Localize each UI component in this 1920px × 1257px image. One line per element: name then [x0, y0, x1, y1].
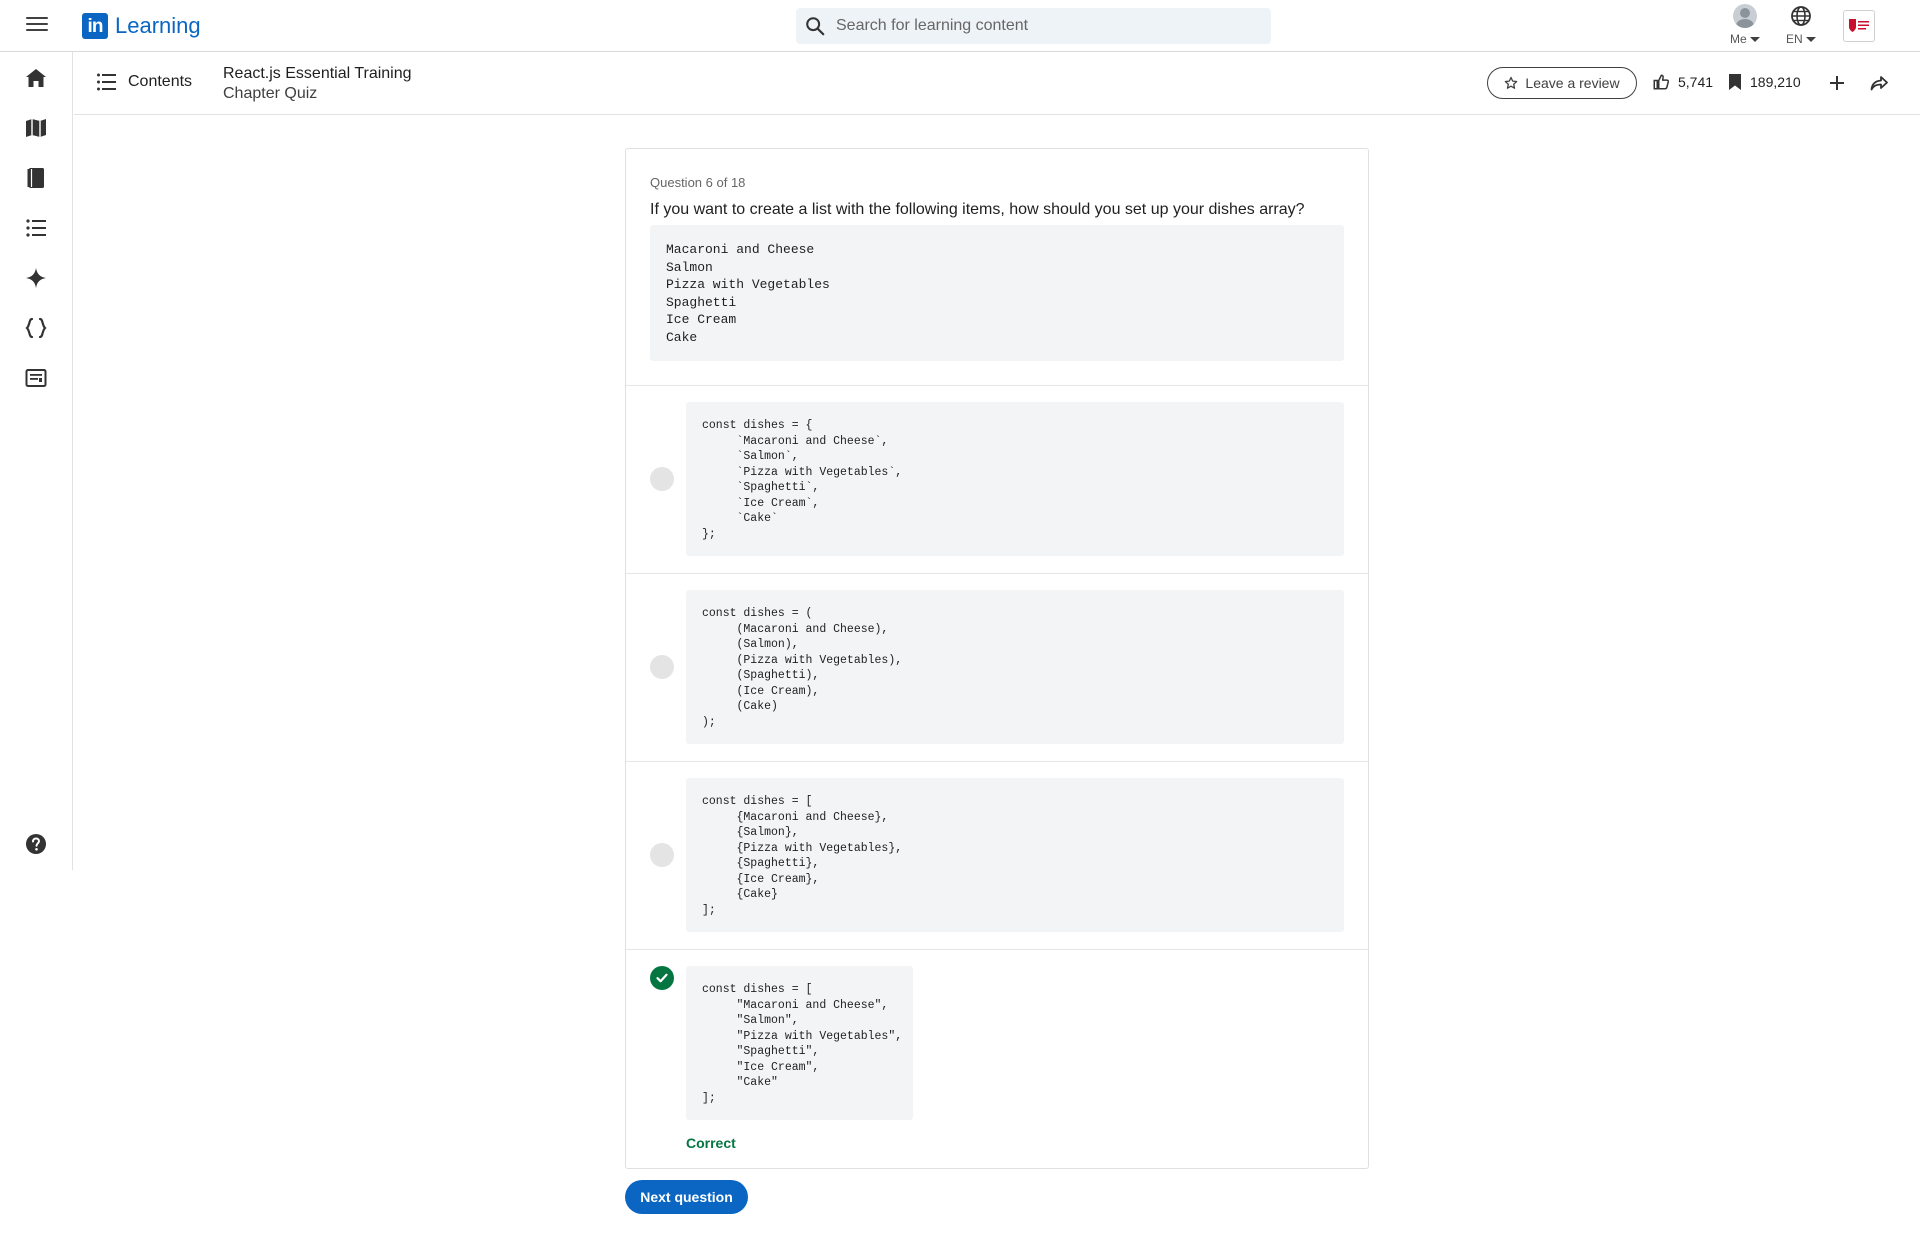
contents-list-icon — [97, 73, 116, 91]
course-subtitle: Chapter Quiz — [223, 85, 318, 102]
answer-option-2[interactable]: const dishes = ( (Macaroni and Cheese), … — [626, 573, 1368, 761]
save-button[interactable]: 189,210 — [1728, 73, 1801, 91]
answer-code-block: const dishes = { `Macaroni and Cheese`, … — [686, 402, 1344, 556]
question-code-block: Macaroni and Cheese Salmon Pizza with Ve… — [650, 225, 1344, 361]
search-bar[interactable] — [796, 8, 1271, 44]
bookmark-icon — [1729, 74, 1741, 90]
radio-button[interactable] — [650, 655, 674, 679]
linkedin-learning-logo[interactable]: in Learning — [82, 13, 201, 39]
help-icon[interactable] — [24, 832, 48, 856]
answer-code-block: const dishes = [ {Macaroni and Cheese}, … — [686, 778, 1344, 932]
language-label: EN — [1786, 32, 1803, 46]
answer-option-1[interactable]: const dishes = { `Macaroni and Cheese`, … — [626, 385, 1368, 573]
radio-button[interactable] — [650, 467, 674, 491]
course-header: Contents React.js Essential Training Cha… — [74, 53, 1920, 115]
radio-button[interactable] — [650, 843, 674, 867]
list-icon[interactable] — [24, 216, 48, 240]
answer-option-4[interactable]: const dishes = [ "Macaroni and Cheese", … — [626, 949, 1368, 1168]
globe-icon — [1790, 6, 1811, 26]
question-text: If you want to create a list with the fo… — [650, 201, 1305, 218]
course-title-block: React.js Essential Training Chapter Quiz — [223, 64, 412, 104]
quiz-card: Question 6 of 18 If you want to create a… — [625, 148, 1369, 1169]
organization-crest-icon — [1849, 19, 1869, 32]
code-braces-icon[interactable] — [24, 316, 48, 340]
star-icon — [1505, 76, 1518, 89]
question-counter: Question 6 of 18 — [650, 175, 746, 190]
avatar — [1732, 4, 1757, 28]
search-input[interactable] — [836, 17, 1256, 35]
thumbs-up-icon — [1653, 74, 1670, 90]
like-button[interactable]: 5,741 — [1652, 73, 1713, 91]
answer-code-block: const dishes = [ "Macaroni and Cheese", … — [686, 966, 913, 1120]
book-icon[interactable] — [24, 166, 48, 190]
correct-feedback: Correct — [686, 1135, 736, 1151]
home-icon[interactable] — [24, 66, 48, 90]
menu-icon[interactable] — [26, 14, 48, 36]
me-label: Me — [1730, 32, 1747, 46]
share-icon[interactable] — [1869, 73, 1889, 93]
add-icon[interactable] — [1827, 73, 1847, 93]
answer-option-3[interactable]: const dishes = [ {Macaroni and Cheese}, … — [626, 761, 1368, 949]
checkmark-circle-icon — [650, 966, 674, 990]
language-menu[interactable]: EN — [1786, 4, 1816, 46]
like-count: 5,741 — [1678, 74, 1714, 90]
certificate-icon[interactable] — [24, 366, 48, 390]
map-icon[interactable] — [24, 116, 48, 140]
leave-review-label: Leave a review — [1525, 75, 1620, 91]
leave-review-button[interactable]: Leave a review — [1487, 67, 1637, 99]
me-menu[interactable]: Me — [1730, 4, 1760, 46]
organization-logo[interactable] — [1843, 10, 1875, 42]
search-icon — [806, 17, 825, 36]
save-count: 189,210 — [1750, 74, 1801, 90]
contents-label: Contents — [128, 73, 193, 90]
left-navigation-rail — [0, 52, 73, 870]
brand-name: Learning — [115, 13, 201, 38]
sparkle-icon[interactable] — [24, 266, 48, 290]
contents-button[interactable]: Contents — [96, 72, 192, 92]
linkedin-logo-icon: in — [82, 13, 108, 39]
caret-down-icon — [1805, 36, 1816, 42]
top-navigation-bar: in Learning Me EN — [0, 0, 1920, 52]
next-question-button[interactable]: Next question — [625, 1180, 748, 1214]
caret-down-icon — [1749, 36, 1760, 42]
answer-code-block: const dishes = ( (Macaroni and Cheese), … — [686, 590, 1344, 744]
course-title[interactable]: React.js Essential Training — [223, 64, 412, 84]
